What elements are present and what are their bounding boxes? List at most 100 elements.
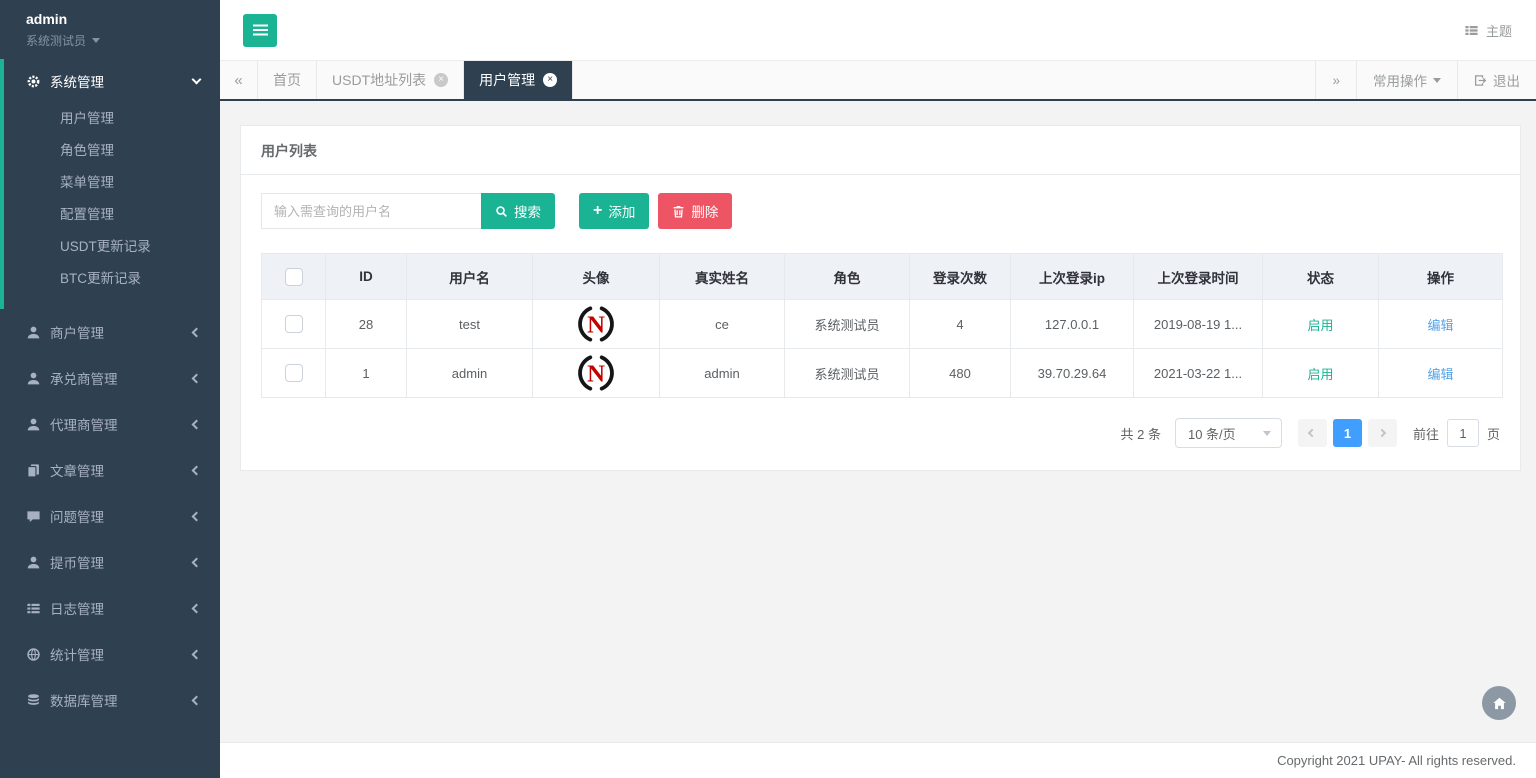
files-icon bbox=[26, 463, 41, 478]
sidebar-item-merchant-mgmt[interactable]: 商户管理 bbox=[0, 309, 220, 355]
globe-icon bbox=[26, 647, 41, 662]
sidebar-item-agent-mgmt[interactable]: 代理商管理 bbox=[0, 401, 220, 447]
edit-link[interactable]: 编辑 bbox=[1427, 367, 1453, 382]
toolbar: 搜索 + 添加 删除 bbox=[261, 193, 1500, 229]
sidebar-item-acceptor-mgmt[interactable]: 承兑商管理 bbox=[0, 355, 220, 401]
logout-button[interactable]: 退出 bbox=[1457, 61, 1536, 99]
top-navbar: 主题 bbox=[220, 0, 1536, 61]
column-header-real-name: 真实姓名 bbox=[660, 254, 785, 300]
page-unit-label: 页 bbox=[1487, 424, 1500, 443]
gear-icon bbox=[26, 74, 41, 89]
search-icon bbox=[495, 205, 508, 218]
chevron-left-icon bbox=[192, 327, 202, 337]
close-icon[interactable]: × bbox=[434, 73, 448, 87]
sidebar-item-label: 系统管理 bbox=[50, 71, 104, 91]
page-button-1[interactable]: 1 bbox=[1333, 419, 1362, 447]
sign-out-icon bbox=[1474, 74, 1487, 87]
list-icon bbox=[26, 601, 41, 616]
sidebar-item-stats-mgmt[interactable]: 统计管理 bbox=[0, 631, 220, 677]
select-all-checkbox[interactable] bbox=[285, 268, 303, 286]
tab-label: 用户管理 bbox=[479, 70, 535, 90]
sidebar-item-database-mgmt[interactable]: 数据库管理 bbox=[0, 677, 220, 723]
trash-icon bbox=[672, 205, 685, 218]
cell-real-name: ce bbox=[660, 300, 785, 349]
search-input[interactable] bbox=[261, 193, 481, 229]
cell-login-count: 4 bbox=[910, 300, 1011, 349]
user-icon bbox=[26, 325, 41, 340]
delete-button-label: 删除 bbox=[691, 201, 718, 221]
chevron-left-icon bbox=[192, 373, 202, 383]
cell-real-name: admin bbox=[660, 349, 785, 398]
user-icon bbox=[26, 417, 41, 432]
plus-icon: + bbox=[593, 203, 602, 219]
common-operations-dropdown[interactable]: 常用操作 bbox=[1356, 61, 1457, 99]
sidebar-item-label: 日志管理 bbox=[50, 598, 104, 618]
app-root: admin 系统测试员 系统管理 用户管理 角色管理 菜单管理 配置管理 USD… bbox=[0, 0, 1536, 778]
add-button-label: 添加 bbox=[608, 201, 635, 221]
cell-last-time: 2019-08-19 1... bbox=[1134, 300, 1263, 349]
sidebar-item-question-mgmt[interactable]: 问题管理 bbox=[0, 493, 220, 539]
caret-down-icon bbox=[1263, 431, 1271, 436]
chevron-right-icon bbox=[1378, 429, 1386, 437]
row-checkbox[interactable] bbox=[285, 315, 303, 333]
chevron-left-icon bbox=[192, 465, 202, 475]
cell-role: 系统测试员 bbox=[785, 300, 910, 349]
cell-role: 系统测试员 bbox=[785, 349, 910, 398]
tab-user-mgmt[interactable]: 用户管理 × bbox=[464, 61, 573, 99]
next-page-button[interactable] bbox=[1368, 419, 1397, 447]
column-header-avatar: 头像 bbox=[533, 254, 660, 300]
page-size-value: 10 条/页 bbox=[1188, 424, 1236, 443]
table-header-row: ID 用户名 头像 真实姓名 角色 登录次数 上次登录ip 上次登录时间 状态 … bbox=[262, 254, 1503, 300]
theme-button[interactable]: 主题 bbox=[1464, 21, 1512, 40]
goto-page-input[interactable] bbox=[1447, 419, 1479, 447]
status-toggle-link[interactable]: 启用 bbox=[1307, 367, 1333, 382]
sidebar-subitem-usdt-records[interactable]: USDT更新记录 bbox=[4, 231, 220, 263]
tab-usdt-address-list[interactable]: USDT地址列表 × bbox=[317, 61, 464, 99]
column-header-username: 用户名 bbox=[407, 254, 533, 300]
profile-role-dropdown[interactable]: 系统测试员 bbox=[26, 32, 220, 49]
avatar-image: N bbox=[577, 305, 615, 343]
column-header-actions: 操作 bbox=[1379, 254, 1503, 300]
sidebar-subitem-btc-records[interactable]: BTC更新记录 bbox=[4, 263, 220, 295]
table-row: 28 test N ce 系统测试员 bbox=[262, 300, 1503, 349]
sidebar-subitem-user-mgmt[interactable]: 用户管理 bbox=[4, 103, 220, 135]
menu-section-system: 系统管理 用户管理 角色管理 菜单管理 配置管理 USDT更新记录 BTC更新记… bbox=[0, 59, 220, 309]
delete-button[interactable]: 删除 bbox=[658, 193, 732, 229]
tabs-scroll-right-button[interactable]: » bbox=[1315, 61, 1356, 99]
prev-page-button[interactable] bbox=[1298, 419, 1327, 447]
sidebar-item-system-mgmt[interactable]: 系统管理 bbox=[4, 59, 220, 103]
sidebar-toggle-button[interactable] bbox=[243, 14, 277, 47]
search-button[interactable]: 搜索 bbox=[481, 193, 555, 229]
back-to-top-button[interactable] bbox=[1482, 686, 1516, 720]
profile-username: admin bbox=[26, 11, 220, 27]
column-header-status: 状态 bbox=[1263, 254, 1379, 300]
page-title: 用户列表 bbox=[261, 143, 317, 159]
status-toggle-link[interactable]: 启用 bbox=[1307, 318, 1333, 333]
system-submenu: 用户管理 角色管理 菜单管理 配置管理 USDT更新记录 BTC更新记录 bbox=[4, 103, 220, 309]
chevron-left-icon bbox=[1308, 429, 1316, 437]
sidebar-subitem-role-mgmt[interactable]: 角色管理 bbox=[4, 135, 220, 167]
sidebar-item-log-mgmt[interactable]: 日志管理 bbox=[0, 585, 220, 631]
add-button[interactable]: + 添加 bbox=[579, 193, 649, 229]
logout-label: 退出 bbox=[1493, 70, 1520, 90]
content-area: 用户列表 搜索 + 添加 bbox=[220, 101, 1536, 742]
cell-id: 1 bbox=[326, 349, 407, 398]
search-button-label: 搜索 bbox=[514, 201, 541, 221]
column-header-role: 角色 bbox=[785, 254, 910, 300]
sidebar-subitem-config-mgmt[interactable]: 配置管理 bbox=[4, 199, 220, 231]
cell-last-time: 2021-03-22 1... bbox=[1134, 349, 1263, 398]
tab-home[interactable]: 首页 bbox=[258, 61, 317, 99]
sidebar-item-withdraw-mgmt[interactable]: 提币管理 bbox=[0, 539, 220, 585]
sidebar-subitem-menu-mgmt[interactable]: 菜单管理 bbox=[4, 167, 220, 199]
sidebar-item-article-mgmt[interactable]: 文章管理 bbox=[0, 447, 220, 493]
sidebar-item-label: 提币管理 bbox=[50, 552, 104, 572]
tab-label: 首页 bbox=[273, 70, 301, 90]
close-icon[interactable]: × bbox=[543, 73, 557, 87]
page-size-select[interactable]: 10 条/页 bbox=[1175, 418, 1282, 448]
edit-link[interactable]: 编辑 bbox=[1427, 318, 1453, 333]
tab-bar-actions: » 常用操作 退出 bbox=[1315, 61, 1536, 99]
row-checkbox[interactable] bbox=[285, 364, 303, 382]
chevron-left-icon bbox=[192, 419, 202, 429]
chevron-left-icon bbox=[192, 695, 202, 705]
tabs-scroll-left-button[interactable]: « bbox=[220, 61, 258, 99]
